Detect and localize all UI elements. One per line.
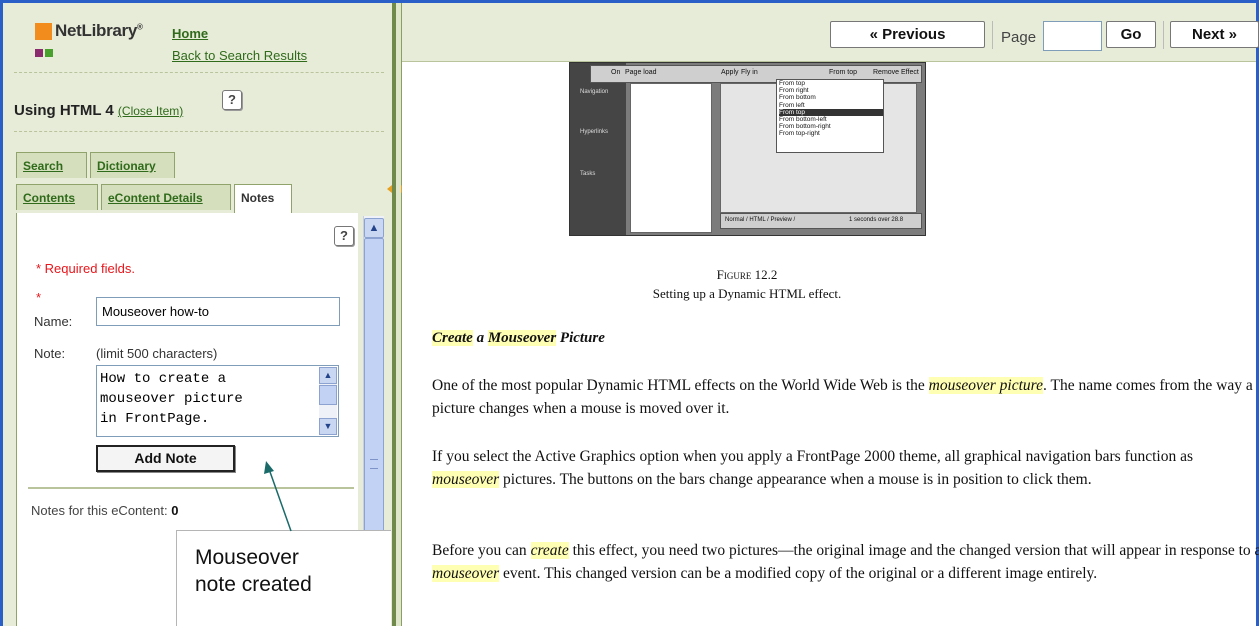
note-text: How to create a mouseover picture in Fro… bbox=[100, 371, 243, 427]
close-item-link[interactable]: (Close Item) bbox=[118, 104, 183, 118]
page-label: Page bbox=[1001, 29, 1037, 46]
paragraph-2: If you select the Active Graphics option… bbox=[432, 448, 1194, 488]
tab-search[interactable]: Search bbox=[16, 152, 87, 178]
logo-square-purple bbox=[35, 49, 43, 57]
divider bbox=[14, 131, 384, 132]
required-star: * bbox=[36, 290, 42, 305]
highlighted-term: mouseover bbox=[432, 471, 500, 488]
back-to-search-link[interactable]: Back to Search Results bbox=[172, 48, 307, 63]
notes-count: Notes for this eContent: 0 bbox=[31, 503, 179, 518]
figure-screenshot: Navigation Hyperlinks Tasks On Page load… bbox=[569, 62, 926, 236]
name-label: Name: bbox=[34, 314, 73, 329]
figure-caption: Setting up a Dynamic HTML effect. bbox=[652, 286, 842, 301]
section-heading: Create a Mouseover Picture bbox=[432, 330, 605, 346]
highlighted-term: mouseover bbox=[432, 565, 500, 582]
tab-econtent-details[interactable]: eContent Details bbox=[101, 184, 231, 210]
figure-side-item: Navigation bbox=[580, 89, 609, 95]
chevron-up-icon[interactable]: ▲ bbox=[319, 367, 337, 384]
paragraph-1: One of the most popular Dynamic HTML eff… bbox=[432, 377, 1253, 417]
help-icon[interactable]: ? bbox=[334, 226, 354, 246]
add-note-button[interactable]: Add Note bbox=[96, 445, 235, 472]
notes-count-value: 0 bbox=[171, 503, 179, 518]
figure-canvas-left bbox=[630, 83, 712, 233]
scroll-grip-icon bbox=[370, 459, 378, 469]
separator bbox=[992, 21, 993, 49]
logo-text: NetLibrary® bbox=[55, 21, 143, 40]
highlighted-term: mouseover picture bbox=[928, 377, 1044, 394]
note-scrollbar[interactable]: ▲ ▼ bbox=[319, 367, 337, 435]
divider bbox=[28, 487, 354, 489]
figure-side-item: Hyperlinks bbox=[580, 129, 609, 135]
callout-line-2: note created bbox=[195, 573, 312, 596]
separator bbox=[1163, 21, 1164, 49]
figure-statusbar: Normal / HTML / Preview / 1 seconds over… bbox=[720, 213, 922, 229]
paragraph-3: Before you can create this effect, you n… bbox=[432, 542, 1259, 582]
figure-sidebar: Navigation Hyperlinks Tasks bbox=[570, 63, 626, 235]
chevron-down-icon[interactable]: ▼ bbox=[319, 418, 337, 435]
next-button[interactable]: Next » bbox=[1170, 21, 1259, 48]
note-textarea[interactable]: How to create a mouseover picture in Fro… bbox=[96, 365, 339, 437]
item-title: Using HTML 4 (Close Item) bbox=[14, 102, 184, 119]
previous-button[interactable]: « Previous bbox=[830, 21, 985, 48]
note-label: Note: bbox=[34, 346, 66, 361]
annotation-callout: Mouseover note created bbox=[176, 530, 391, 626]
note-name-field[interactable]: Mouseover how-to bbox=[96, 297, 340, 326]
highlighted-term: create bbox=[530, 542, 569, 559]
figure-dropdown: From top From right From bottom From lef… bbox=[776, 79, 884, 153]
go-button[interactable]: Go bbox=[1106, 21, 1156, 48]
note-scroll-thumb[interactable] bbox=[319, 385, 337, 405]
required-fields-note: * Required fields. bbox=[36, 261, 135, 276]
note-limit-hint: (limit 500 characters) bbox=[96, 346, 218, 361]
tab-dictionary[interactable]: Dictionary bbox=[90, 152, 175, 178]
figure-side-item: Tasks bbox=[580, 171, 596, 177]
tab-contents[interactable]: Contents bbox=[16, 184, 98, 210]
scroll-up-button[interactable]: ▲ bbox=[364, 218, 384, 238]
callout-line-1: Mouseover bbox=[195, 546, 299, 569]
home-link[interactable]: Home bbox=[172, 26, 208, 41]
logo-square-orange bbox=[35, 23, 52, 40]
left-sidebar: NetLibrary® Home Back to Search Results … bbox=[3, 3, 392, 626]
page-number-input[interactable] bbox=[1043, 21, 1102, 51]
help-icon[interactable]: ? bbox=[222, 90, 242, 110]
logo-square-green bbox=[45, 49, 53, 57]
figure-label: Figure 12.2 bbox=[716, 267, 778, 282]
tab-notes[interactable]: Notes bbox=[234, 184, 292, 214]
divider bbox=[14, 72, 384, 73]
ebook-page-content: Navigation Hyperlinks Tasks On Page load… bbox=[402, 62, 1259, 626]
